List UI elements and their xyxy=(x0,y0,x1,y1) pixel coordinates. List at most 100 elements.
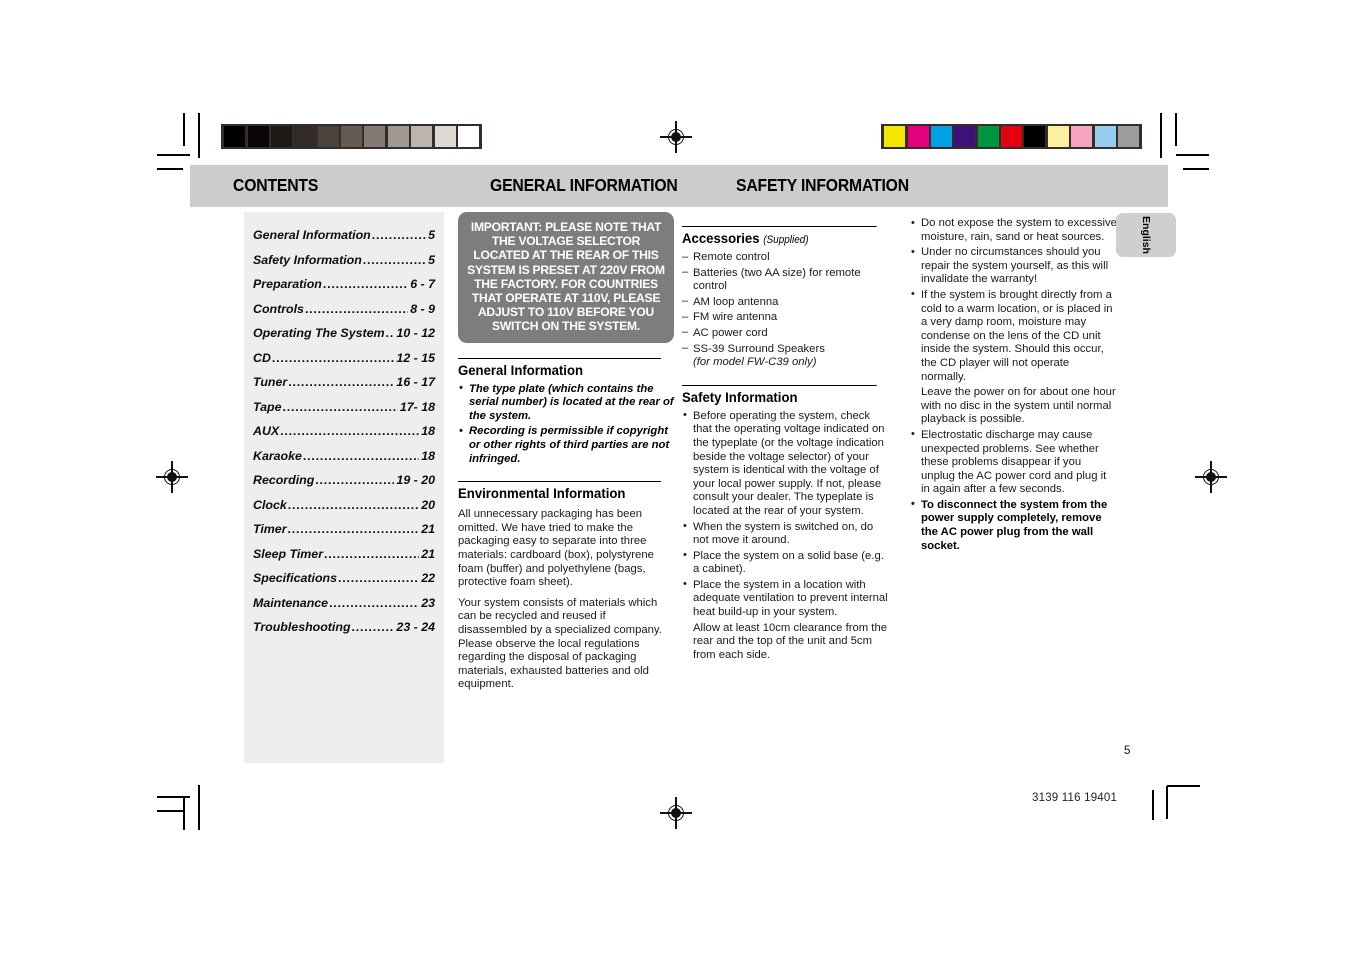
color-swatch xyxy=(1094,126,1116,147)
toc-leader-dots: ........................................… xyxy=(287,497,420,512)
toc-entry-title: Recording xyxy=(253,473,315,487)
toc-entry[interactable]: Safety Information......................… xyxy=(253,253,435,267)
color-swatch xyxy=(1071,126,1093,147)
safety-bullet: Place the system on a solid base (e.g. a… xyxy=(682,549,889,577)
toc-entry-page: 18 xyxy=(421,448,435,463)
safety-information-heading: Safety Information xyxy=(682,384,877,405)
color-calibration-bar xyxy=(881,124,1143,149)
environmental-information-heading: Environmental Information xyxy=(458,481,662,501)
safety-bullet: Before operating the system, check that … xyxy=(682,409,889,519)
important-notice-text: IMPORTANT: PLEASE NOTE THAT THE VOLTAGE … xyxy=(467,220,665,334)
toc-entry-title: General Information xyxy=(253,228,371,242)
toc-entry-page: 5 xyxy=(428,252,435,267)
toc-entry-title: Tuner xyxy=(253,375,288,389)
toc-entry[interactable]: Timer...................................… xyxy=(253,522,435,536)
toc-leader-dots: ........................................… xyxy=(385,326,395,340)
grayscale-swatch xyxy=(411,126,433,147)
language-side-tab: English xyxy=(1116,213,1176,257)
toc-entry[interactable]: Sleep Timer.............................… xyxy=(253,547,435,561)
toc-entry-title: Preparation xyxy=(253,277,322,291)
toc-entry-title: Safety Information xyxy=(253,252,362,267)
safety-bullet: When the system is switched on, do not m… xyxy=(682,520,889,548)
toc-entry-page: 22 xyxy=(421,571,435,585)
toc-leader-dots: ........................................… xyxy=(351,620,395,634)
safety-bullet-emphasis: To disconnect the system from the power … xyxy=(910,498,1117,553)
toc-entry[interactable]: AUX.....................................… xyxy=(253,424,435,438)
toc-leader-dots: ........................................… xyxy=(280,424,419,438)
color-swatch xyxy=(907,126,929,147)
crop-mark-tl-v2 xyxy=(198,113,200,158)
toc-entry-page: 5 xyxy=(428,228,435,242)
toc-entry[interactable]: Troubleshooting.........................… xyxy=(253,620,435,634)
general-information-column: IMPORTANT: PLEASE NOTE THAT THE VOLTAGE … xyxy=(458,212,674,692)
crop-mark-tl-h2 xyxy=(157,168,183,170)
toc-entry-title: Specifications xyxy=(253,571,338,585)
grayscale-swatch xyxy=(224,126,246,147)
language-side-tab-label: English xyxy=(1140,216,1152,254)
accessory-item: SS-39 Surround Speakers(for model FW-C39… xyxy=(682,342,889,370)
toc-entry-title: CD xyxy=(253,350,271,365)
grayscale-swatch xyxy=(341,126,363,147)
toc-entry-title: Operating The System xyxy=(253,326,385,340)
toc-leader-dots: ........................................… xyxy=(282,399,398,414)
accessories-supplied-note: (Supplied) xyxy=(763,234,809,246)
toc-entry-title: Maintenance xyxy=(253,595,329,610)
toc-entry-page: 20 xyxy=(421,497,435,512)
registration-mark-right xyxy=(1195,461,1227,493)
crop-mark-tl-h xyxy=(157,154,190,156)
accessories-list: Remote controlBatteries (two AA size) fo… xyxy=(682,251,889,370)
toc-entry[interactable]: General Information.....................… xyxy=(253,228,435,242)
crop-mark-bl-v xyxy=(183,797,185,830)
toc-entry-title: Clock xyxy=(253,497,287,512)
toc-leader-dots: ........................................… xyxy=(329,595,419,610)
toc-entry[interactable]: Specifications..........................… xyxy=(253,571,435,585)
toc-leader-dots: ........................................… xyxy=(338,571,419,585)
toc-entry[interactable]: Clock...................................… xyxy=(253,498,435,512)
toc-entry-title: Tape xyxy=(253,399,282,414)
crop-mark-tr-v xyxy=(1175,113,1177,146)
general-information-bullet-list: The type plate (which contains the seria… xyxy=(458,382,674,467)
contents-column: General Information.....................… xyxy=(244,212,444,763)
toc-entry[interactable]: Tuner...................................… xyxy=(253,375,435,389)
accessory-model-note: (for model FW-C39 only) xyxy=(693,356,817,369)
accessory-item: AM loop antenna xyxy=(682,295,889,310)
toc-entry[interactable]: Recording...............................… xyxy=(253,473,435,487)
crop-mark-tr-v2 xyxy=(1160,113,1162,158)
color-swatch xyxy=(977,126,999,147)
important-voltage-notice: IMPORTANT: PLEASE NOTE THAT THE VOLTAGE … xyxy=(458,212,674,343)
color-swatch xyxy=(884,126,906,147)
safety-bullet-continuation: Leave the power on for about one hour wi… xyxy=(921,386,1116,426)
toc-entry[interactable]: Operating The System....................… xyxy=(253,326,435,340)
toc-entry[interactable]: Controls................................… xyxy=(253,302,435,316)
safety-bullet: Under no circumstances should you repair… xyxy=(910,246,1117,287)
general-information-heading: General Information xyxy=(458,357,662,378)
environmental-paragraph-2: Your system consists of materials which … xyxy=(458,596,662,691)
toc-entry[interactable]: Maintenance.............................… xyxy=(253,596,435,610)
toc-entry[interactable]: Preparation.............................… xyxy=(253,277,435,291)
crop-mark-br-v2 xyxy=(1152,790,1154,820)
safety-information-continued-column: Do not expose the system to excessive mo… xyxy=(910,212,1117,555)
registration-mark-left xyxy=(156,461,188,493)
toc-entry-page: 21 xyxy=(421,546,435,561)
accessory-item: FM wire antenna xyxy=(682,311,889,325)
color-swatch xyxy=(1117,126,1139,147)
toc-entry-title: Karaoke xyxy=(253,448,302,463)
grayscale-swatch xyxy=(270,126,292,147)
toc-entry-page: 6 - 7 xyxy=(410,277,435,291)
safety-bullet-continuation: Allow at least 10cm clearance from the r… xyxy=(693,621,888,661)
toc-leader-dots: ........................................… xyxy=(287,522,420,536)
toc-entry[interactable]: Tape....................................… xyxy=(253,400,435,414)
toc-leader-dots: ........................................… xyxy=(304,301,408,316)
toc-entry[interactable]: CD......................................… xyxy=(253,351,435,365)
environmental-paragraph-1: All unnecessary packaging has been omitt… xyxy=(458,508,654,589)
toc-entry-page: 18 xyxy=(421,424,435,438)
toc-entry-page: 10 - 12 xyxy=(396,326,435,340)
toc-entry-page: 19 - 20 xyxy=(396,473,435,487)
crop-mark-tr-h xyxy=(1176,154,1209,156)
crop-mark-br-h xyxy=(1167,785,1200,787)
toc-entry-page: 21 xyxy=(421,522,435,536)
page-number: 5 xyxy=(1124,745,1131,757)
toc-entry[interactable]: Karaoke.................................… xyxy=(253,449,435,463)
toc-entry-page: 23 xyxy=(421,595,435,610)
header-general-information: GENERAL INFORMATION xyxy=(490,175,678,195)
